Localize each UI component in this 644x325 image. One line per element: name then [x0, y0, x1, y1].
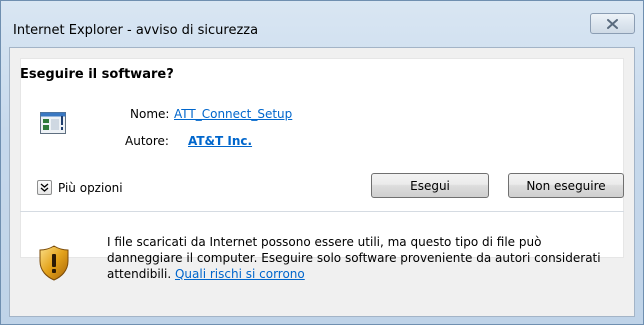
content-panel — [20, 58, 624, 258]
name-link[interactable]: ATT_Connect_Setup — [174, 107, 292, 121]
title-bar[interactable]: Internet Explorer - avviso di sicurezza — [1, 1, 643, 47]
double-chevron-down-icon — [37, 180, 52, 195]
close-icon — [607, 18, 618, 29]
author-label: Autore: — [125, 134, 169, 148]
more-options-toggle[interactable]: Più opzioni — [37, 180, 123, 195]
dialog-heading: Eseguire il software? — [20, 67, 174, 82]
separator — [20, 211, 624, 212]
application-icon — [40, 112, 66, 134]
window-title: Internet Explorer - avviso di sicurezza — [13, 23, 259, 38]
run-button[interactable]: Esegui — [371, 173, 489, 198]
more-options-label: Più opzioni — [58, 180, 123, 195]
security-shield-icon — [39, 245, 69, 281]
dont-run-button[interactable]: Non eseguire — [508, 173, 624, 198]
author-link[interactable]: AT&T Inc. — [188, 134, 252, 148]
risk-link[interactable]: Quali rischi si corrono — [175, 267, 305, 281]
close-button[interactable] — [590, 13, 635, 34]
warning-message: I file scaricati da Internet possono ess… — [107, 234, 612, 282]
name-label: Nome: — [130, 107, 170, 121]
